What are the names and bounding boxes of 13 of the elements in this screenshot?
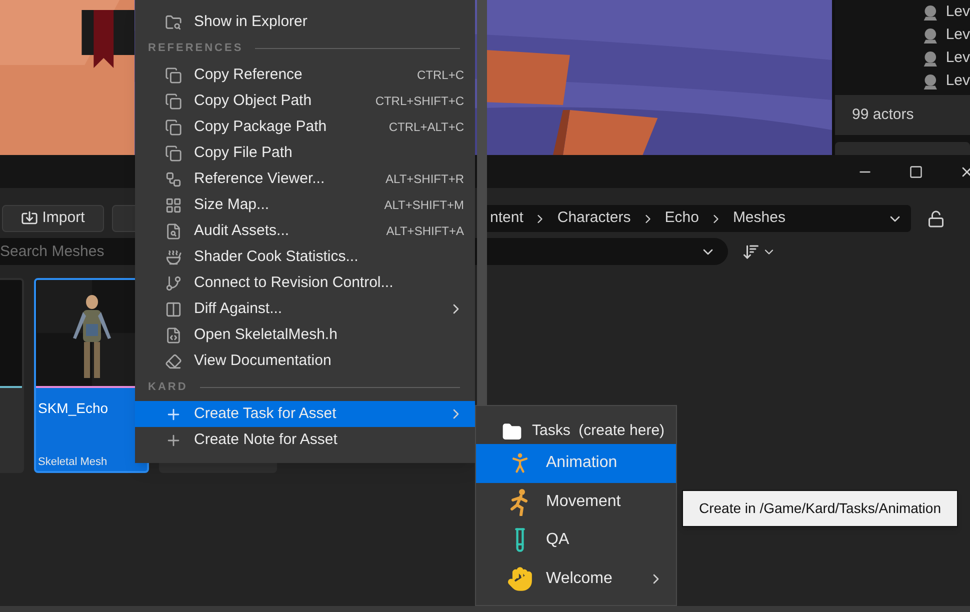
actor-count: 99 actors xyxy=(852,104,914,125)
section-heading: REFERENCES xyxy=(148,41,244,56)
submenu-heading: Tasks (create here) xyxy=(532,421,665,442)
section-heading: KARD xyxy=(148,380,188,396)
asset-name: SKM_Echo xyxy=(38,399,110,418)
asset-type: Skeletal Mesh xyxy=(38,454,108,470)
shortcut-label: ALT+SHIFT+A xyxy=(386,223,464,240)
shortcut-label: ALT+SHIFT+M xyxy=(384,197,464,214)
shortcut-label: CTRL+SHIFT+C xyxy=(375,93,464,110)
tooltip: Create in /Game/Kard/Tasks/Animation xyxy=(682,490,958,527)
shortcut-label: CTRL+C xyxy=(416,67,464,84)
shortcut-label: ALT+SHIFT+R xyxy=(386,171,464,188)
shortcut-label: CTRL+ALT+C xyxy=(388,119,464,136)
